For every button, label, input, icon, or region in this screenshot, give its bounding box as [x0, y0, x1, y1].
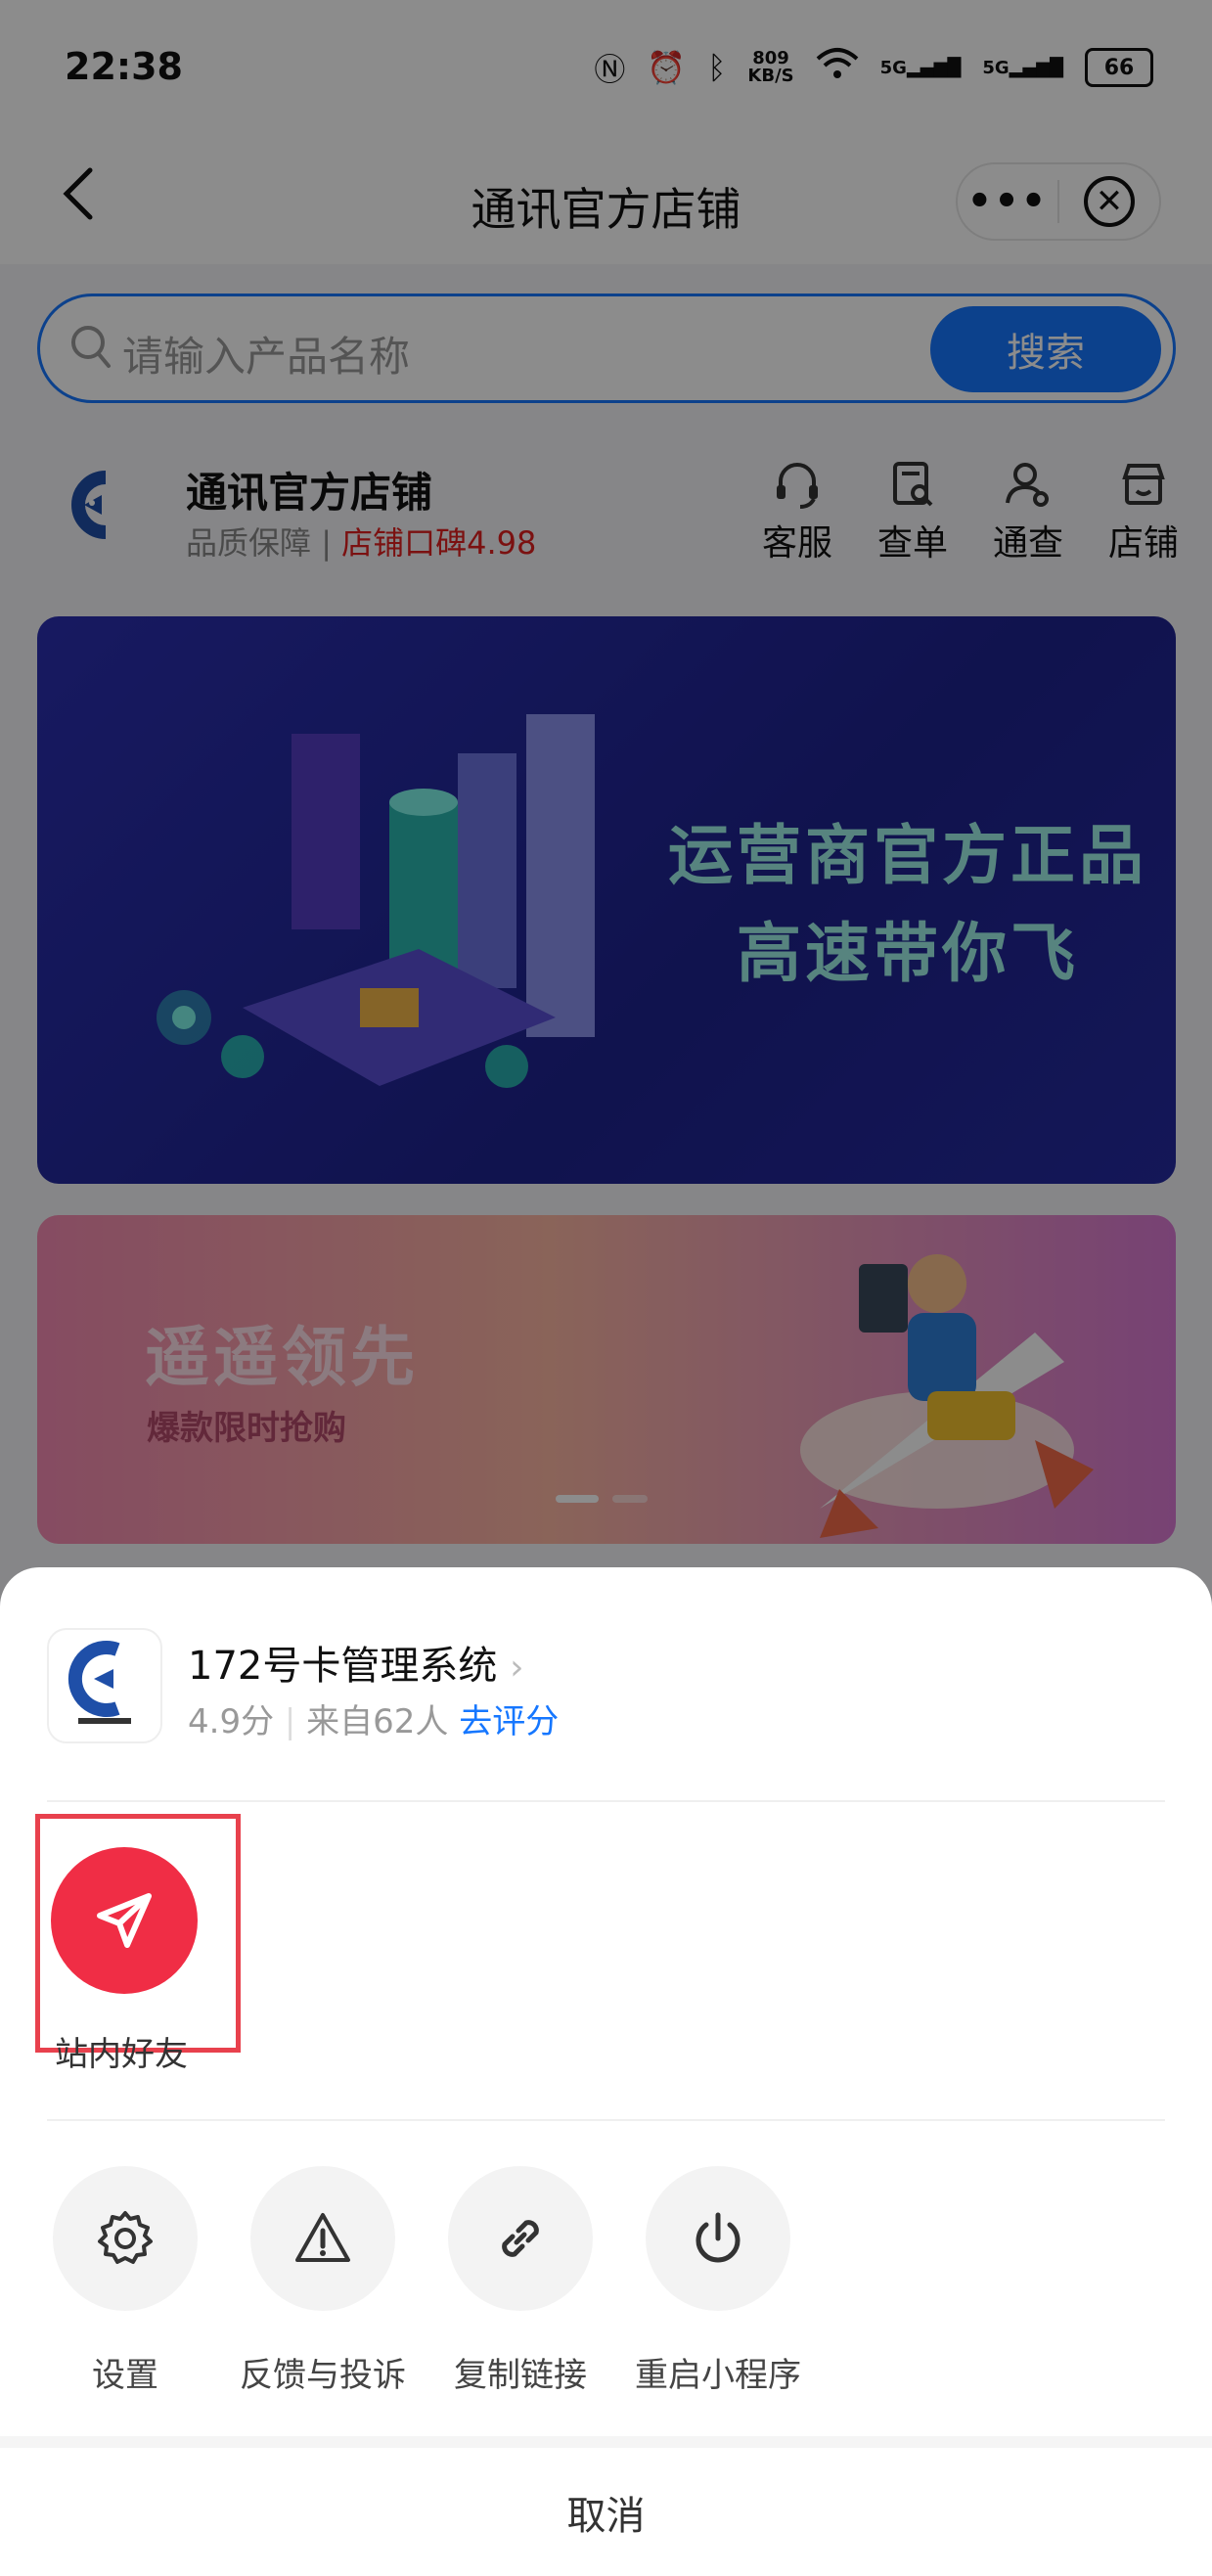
- cancel-separator: [0, 2436, 1212, 2448]
- restart-button[interactable]: 重启小程序: [620, 2166, 816, 2396]
- app-meta: 4.9分 | 来自62人 去评分: [188, 1695, 559, 1742]
- sheet-divider-top: [47, 1800, 1165, 1802]
- share-to-friend-button[interactable]: [51, 1847, 198, 1994]
- app-name-link[interactable]: 172号卡管理系统 ›: [188, 1634, 523, 1691]
- app-icon: [47, 1628, 162, 1743]
- gear-icon: [98, 2211, 153, 2264]
- meta-divider: |: [284, 1702, 307, 1741]
- link-icon: [502, 2220, 539, 2257]
- share-action-sheet: 172号卡管理系统 › 4.9分 | 来自62人 去评分 站内好友 设置 反馈与…: [0, 1567, 1212, 2576]
- app-name: 172号卡管理系统: [188, 1644, 498, 1689]
- feedback-label: 反馈与投诉: [240, 2356, 406, 2395]
- rate-link[interactable]: 去评分: [459, 1702, 559, 1741]
- app-score: 4.9分: [188, 1702, 275, 1741]
- share-to-friend-label: 站内好友: [55, 2035, 188, 2074]
- copy-link-circle: [448, 2166, 593, 2311]
- copy-link-label: 复制链接: [454, 2356, 587, 2395]
- settings-button[interactable]: 设置: [27, 2166, 223, 2396]
- power-icon: [696, 2212, 741, 2263]
- feedback-button[interactable]: 反馈与投诉: [225, 2166, 421, 2396]
- feedback-circle: [250, 2166, 395, 2311]
- warning-icon: [295, 2213, 350, 2262]
- settings-circle: [53, 2166, 198, 2311]
- restart-circle: [646, 2166, 790, 2311]
- chevron-right-icon: ›: [510, 1648, 524, 1688]
- restart-label: 重启小程序: [635, 2356, 801, 2395]
- rating-count: 来自62人: [306, 1702, 449, 1741]
- copy-link-button[interactable]: 复制链接: [423, 2166, 618, 2396]
- sheet-divider-mid: [47, 2119, 1165, 2121]
- settings-label: 设置: [92, 2356, 158, 2395]
- cancel-button[interactable]: 取消: [0, 2448, 1212, 2576]
- send-icon: [97, 1893, 152, 1948]
